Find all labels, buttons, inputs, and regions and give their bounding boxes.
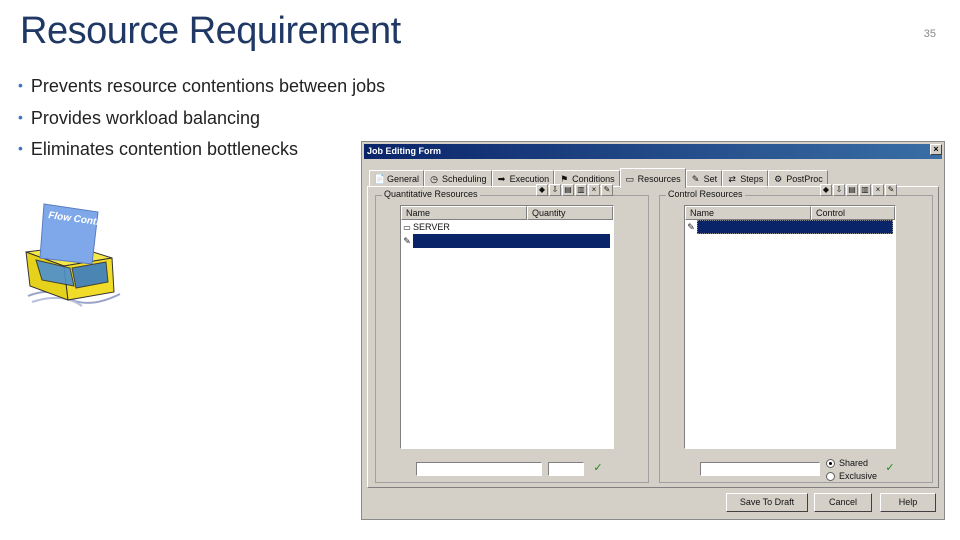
column-header-row: Name Quantity bbox=[401, 206, 613, 220]
radio-label: Shared bbox=[839, 458, 869, 468]
resources-icon: ▭ bbox=[625, 173, 634, 184]
copy-icon[interactable]: ▤ bbox=[562, 184, 574, 196]
slide-title: Resource Requirement bbox=[20, 10, 401, 52]
resources-panel: Quantitative Resources ◆ ⇩ ▤ ▥ × ✎ Name … bbox=[367, 184, 939, 488]
clock-icon: ◷ bbox=[430, 174, 438, 184]
table-row-new[interactable]: ✎ bbox=[685, 220, 895, 234]
bullet-dot-icon: • bbox=[18, 140, 23, 156]
table-row-new[interactable]: ✎ bbox=[401, 234, 613, 248]
column-header-row: Name Control bbox=[685, 206, 895, 220]
edit-icon[interactable]: ✎ bbox=[601, 184, 613, 196]
bullet-text: Provides workload balancing bbox=[30, 107, 261, 128]
move-down-icon[interactable]: ⇩ bbox=[833, 184, 845, 196]
control-resources-group: Control Resources ◆ ⇩ ▤ ▥ × ✎ Name Contr… bbox=[659, 184, 933, 483]
quantitative-name-input[interactable] bbox=[416, 462, 542, 476]
bullet-text: Prevents resource contentions between jo… bbox=[30, 76, 386, 96]
resource-name: SERVER bbox=[413, 222, 450, 232]
group-legend: Quantitative Resources bbox=[382, 189, 480, 199]
pencil-icon: ✎ bbox=[687, 221, 695, 232]
bullet-list: • Prevents resource contentions between j… bbox=[18, 74, 385, 169]
group-legend: Control Resources bbox=[666, 189, 745, 199]
apply-check-icon[interactable]: ✓ bbox=[592, 462, 604, 474]
bullet-dot-icon: • bbox=[18, 108, 23, 125]
help-button[interactable]: Help bbox=[880, 493, 936, 512]
quantitative-resources-group: Quantitative Resources ◆ ⇩ ▤ ▥ × ✎ Name … bbox=[375, 184, 649, 483]
dialog-titlebar[interactable]: Job Editing Form bbox=[364, 144, 942, 159]
column-header-name[interactable]: Name bbox=[401, 206, 527, 220]
control-resources-list[interactable]: Name Control ✎ bbox=[684, 205, 896, 449]
delete-icon[interactable]: × bbox=[872, 184, 884, 196]
radio-button[interactable] bbox=[826, 458, 835, 468]
bullet-item: • Provides workload balancing bbox=[18, 106, 385, 138]
tab-label: Resources bbox=[637, 173, 681, 184]
paste-icon[interactable]: ▥ bbox=[575, 184, 587, 196]
steps-icon: ⇄ bbox=[728, 174, 736, 184]
delete-icon[interactable]: × bbox=[588, 184, 600, 196]
arrow-right-icon: ➡ bbox=[497, 174, 506, 184]
radio-shared[interactable]: Shared bbox=[826, 458, 868, 468]
bullet-item: • Prevents resource contentions between j… bbox=[18, 74, 385, 106]
job-editing-form-dialog: Job Editing Form × 📄 General ◷ Scheduling … bbox=[361, 141, 945, 520]
cancel-button[interactable]: Cancel bbox=[814, 493, 872, 512]
save-to-draft-button[interactable]: Save To Draft bbox=[726, 493, 808, 512]
control-name-input[interactable] bbox=[700, 462, 820, 476]
add-resource-icon[interactable]: ◆ bbox=[820, 184, 832, 196]
tab-label: Conditions bbox=[572, 174, 615, 184]
bullet-text: Eliminates contention bottlenecks bbox=[30, 139, 299, 159]
paste-icon[interactable]: ▥ bbox=[859, 184, 871, 196]
quantitative-resources-list[interactable]: Name Quantity ▭ SERVER ✎ bbox=[400, 205, 614, 449]
quantity-input[interactable] bbox=[548, 462, 584, 476]
bullet-item: • Eliminates contention bottlenecks bbox=[18, 137, 385, 169]
copy-icon[interactable]: ▤ bbox=[846, 184, 858, 196]
flow-control-graphic: Flow Control bbox=[25, 203, 121, 307]
apply-check-icon[interactable]: ✓ bbox=[884, 462, 896, 474]
radio-exclusive[interactable]: Exclusive bbox=[826, 471, 877, 481]
dialog-title: Job Editing Form bbox=[367, 146, 441, 156]
server-icon: ▭ bbox=[403, 222, 411, 232]
gear-icon: ⚙ bbox=[774, 174, 783, 184]
column-header-control[interactable]: Control bbox=[811, 206, 895, 220]
edit-icon[interactable]: ✎ bbox=[885, 184, 897, 196]
column-header-quantity[interactable]: Quantity bbox=[527, 206, 613, 220]
tab-label: Steps bbox=[740, 174, 764, 184]
control-toolbar: ◆ ⇩ ▤ ▥ × ✎ bbox=[820, 184, 897, 196]
document-icon: 📄 bbox=[374, 174, 386, 184]
radio-button[interactable] bbox=[826, 471, 835, 481]
add-resource-icon[interactable]: ◆ bbox=[536, 184, 548, 196]
tab-label: Scheduling bbox=[442, 174, 487, 184]
table-row[interactable]: ▭ SERVER bbox=[401, 220, 613, 234]
tab-label: Execution bbox=[509, 174, 550, 184]
radio-label: Exclusive bbox=[839, 471, 878, 481]
move-down-icon[interactable]: ⇩ bbox=[549, 184, 561, 196]
tab-label: PostProc bbox=[786, 174, 823, 184]
close-icon[interactable]: × bbox=[930, 144, 942, 155]
set-icon: ✎ bbox=[691, 174, 700, 184]
quantitative-toolbar: ◆ ⇩ ▤ ▥ × ✎ bbox=[536, 184, 613, 196]
bullet-dot-icon: • bbox=[18, 77, 23, 93]
column-header-name[interactable]: Name bbox=[685, 206, 811, 220]
tab-label: General bbox=[387, 174, 420, 184]
flag-icon: ⚑ bbox=[560, 174, 569, 184]
selected-row-highlight[interactable] bbox=[697, 220, 893, 234]
selected-row-highlight[interactable] bbox=[413, 234, 610, 248]
slide-number: 35 bbox=[923, 28, 936, 40]
tab-resources[interactable]: ▭ Resources bbox=[619, 168, 686, 188]
pencil-icon: ✎ bbox=[403, 235, 411, 246]
tab-label: Set bbox=[703, 174, 718, 184]
